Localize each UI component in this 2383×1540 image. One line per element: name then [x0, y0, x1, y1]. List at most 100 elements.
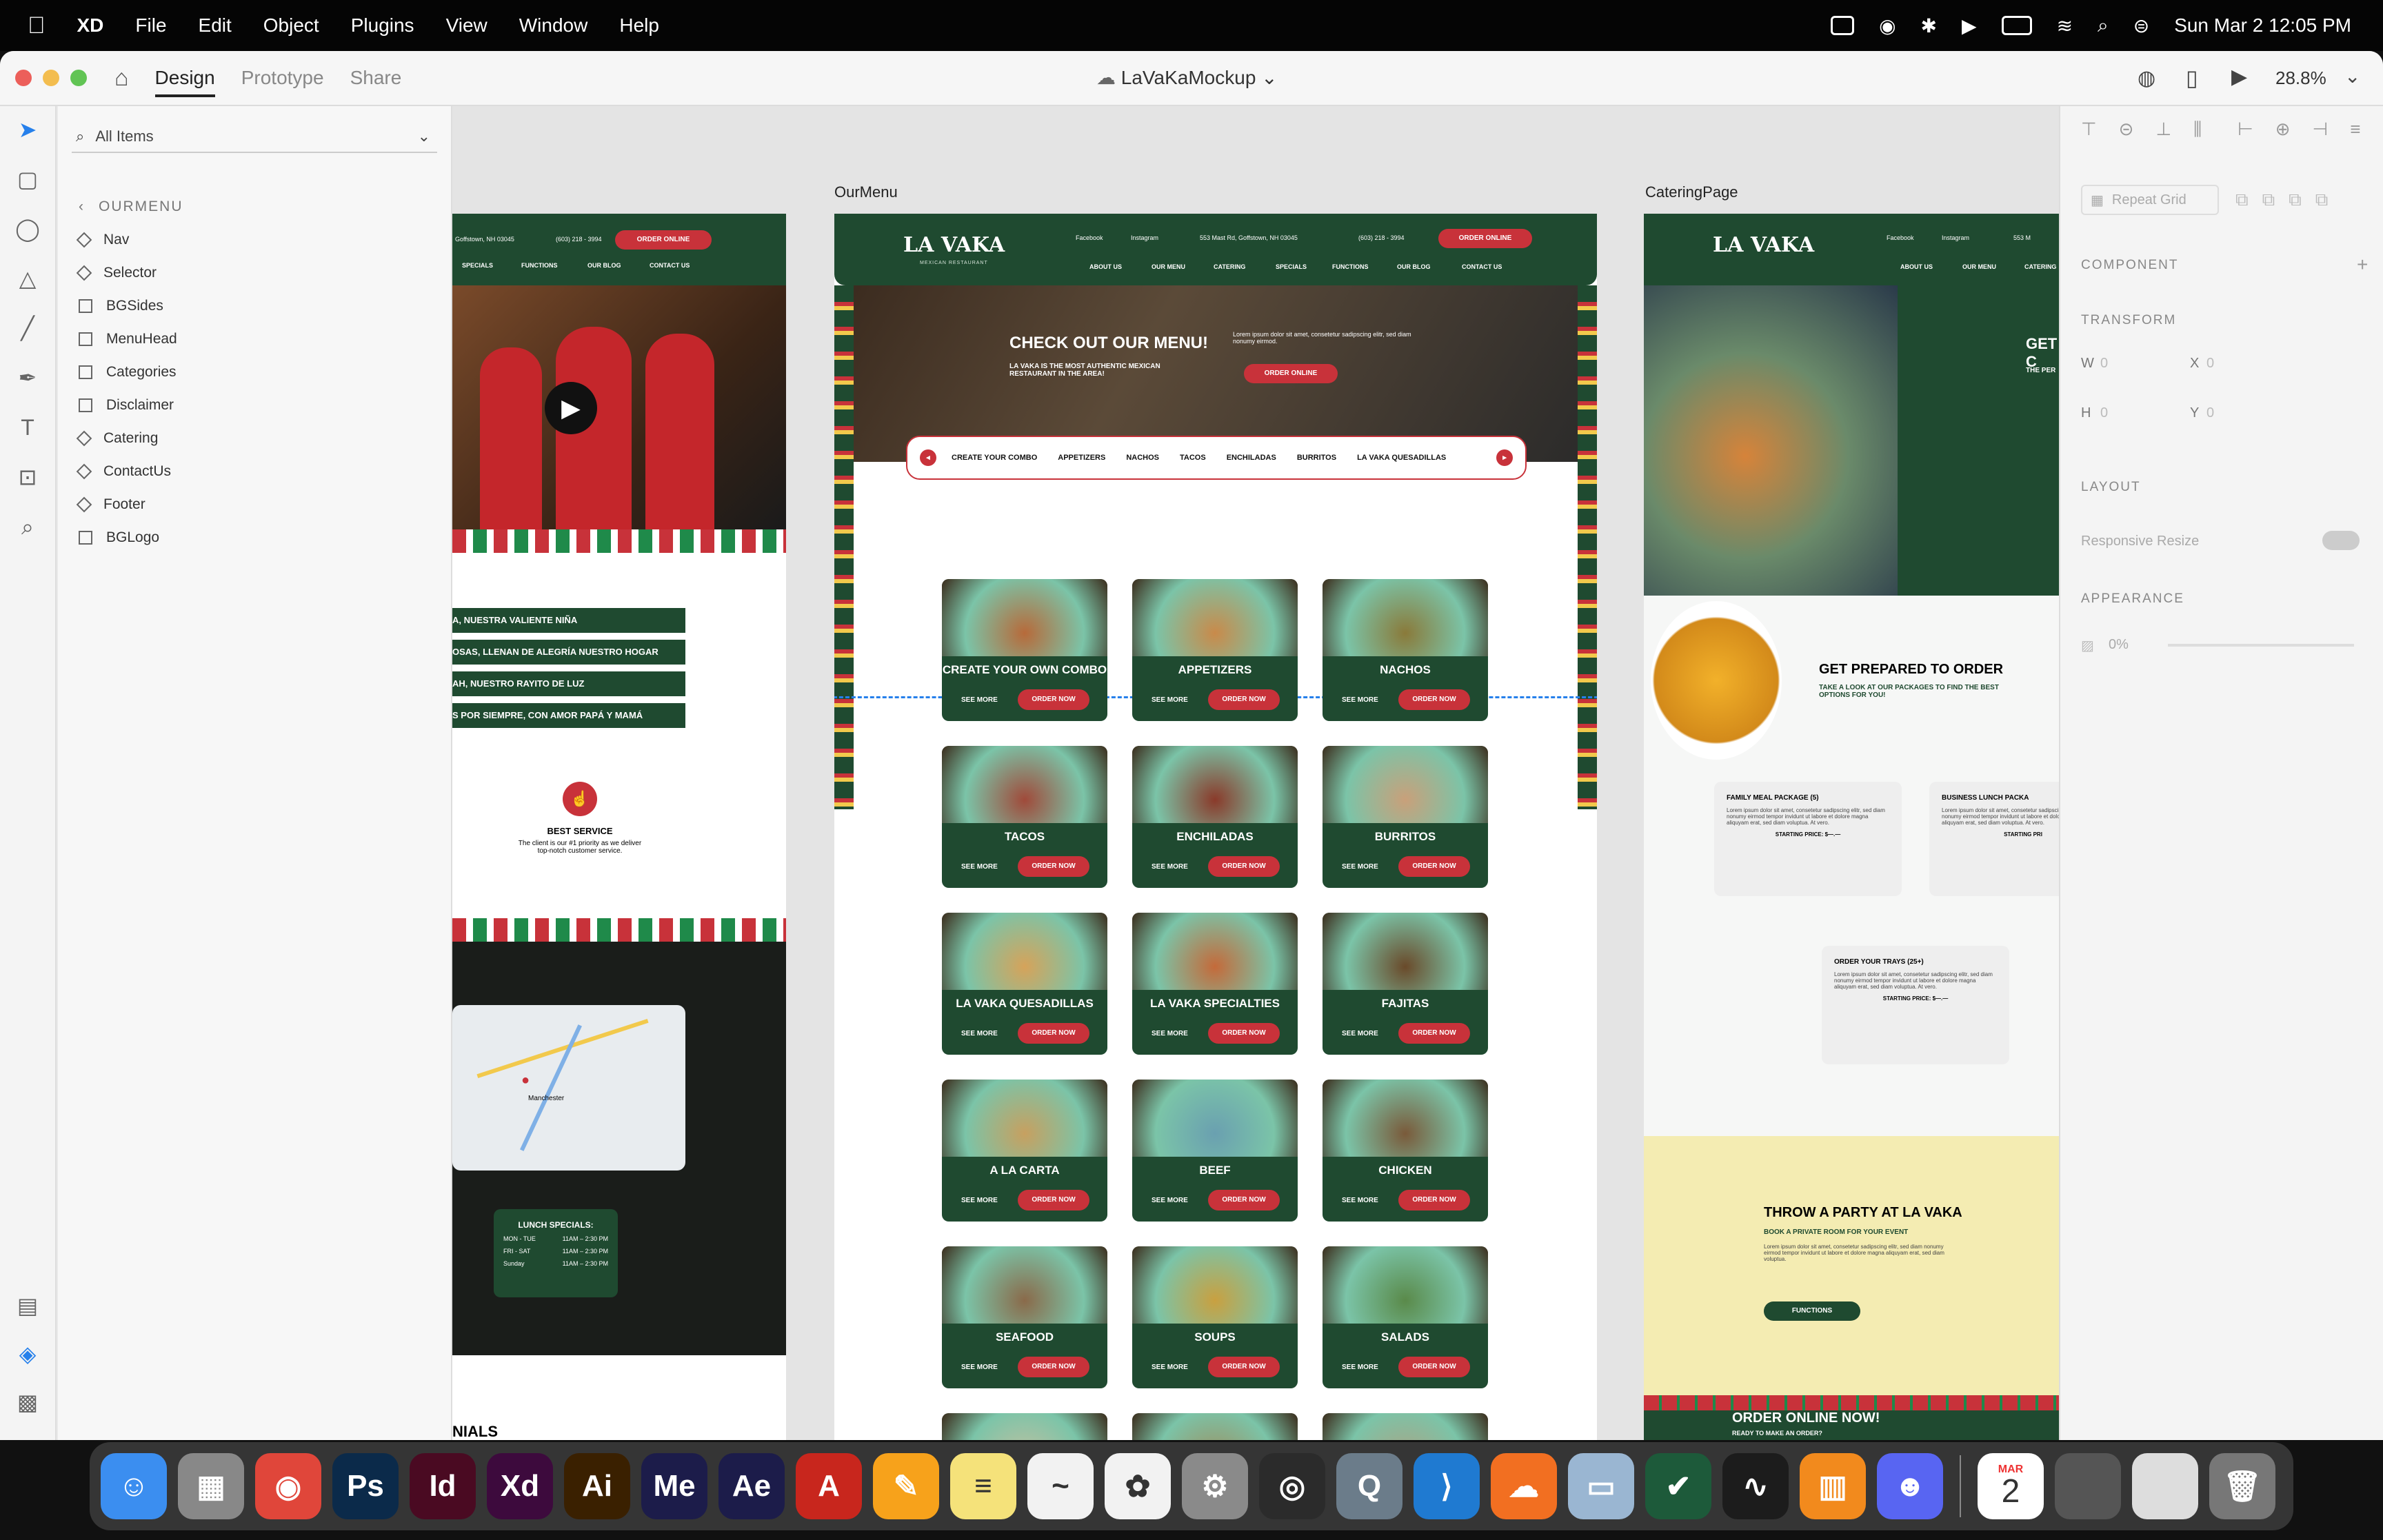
clock[interactable]: Sun Mar 2 12:05 PM — [2174, 14, 2351, 37]
dock-app-launchpad[interactable]: ▦ — [178, 1453, 244, 1519]
see-more-link[interactable]: SEE MORE — [1342, 1197, 1378, 1204]
order-now-button[interactable]: ORDER NOW — [1208, 856, 1280, 877]
boolean-add-icon[interactable]: ⧉ — [2235, 189, 2249, 211]
dock-app-freeform[interactable]: ~ — [1027, 1453, 1094, 1519]
menu-card[interactable]: SEAFOOD SEE MORE ORDER NOW — [942, 1246, 1107, 1388]
filter-chevron-icon[interactable]: ⌄ — [418, 128, 430, 145]
dock-app-pages[interactable]: ✎ — [873, 1453, 939, 1519]
home-nav-item[interactable]: OUR BLOG — [587, 262, 621, 269]
distribute-v-icon[interactable]: ⫼ — [2193, 119, 2202, 141]
dock-app-discord[interactable]: ☻ — [1877, 1453, 1943, 1519]
vpn-icon[interactable]: ◉ — [1879, 14, 1896, 37]
layers-search[interactable]: ⌕ All Items ⌄ — [72, 121, 437, 153]
nav-specials[interactable]: SPECIALS — [1276, 263, 1307, 270]
tab-share[interactable]: Share — [350, 67, 402, 89]
home-nav-item[interactable]: FUNCTIONS — [521, 262, 558, 269]
align-center-icon[interactable]: ⊕ — [2275, 119, 2291, 141]
menu-card[interactable]: TACOS SEE MORE ORDER NOW — [942, 746, 1107, 888]
dock-app-books[interactable]: ▥ — [1800, 1453, 1866, 1519]
menu-card[interactable]: A LA CARTA SEE MORE ORDER NOW — [942, 1080, 1107, 1222]
order-now-button[interactable]: ORDER NOW — [1208, 1190, 1280, 1210]
dock-app-xd[interactable]: Xd — [487, 1453, 553, 1519]
order-now-button[interactable]: ORDER NOW — [1398, 1357, 1470, 1377]
instagram-link[interactable]: Instagram — [1131, 234, 1158, 241]
wifi-icon[interactable]: ≋ — [2057, 14, 2073, 37]
menu-window[interactable]: Window — [519, 14, 588, 37]
align-middle-icon[interactable]: ⊝ — [2119, 119, 2134, 141]
menu-card[interactable]: VEGETARIANSEE MOREORDER NOW — [942, 1413, 1107, 1440]
dock-app-soundcloud[interactable]: ☁ — [1491, 1453, 1557, 1519]
see-more-link[interactable]: SEE MORE — [1342, 696, 1378, 704]
battery-icon[interactable] — [2001, 16, 2032, 35]
order-now-button[interactable]: ORDER NOW — [1398, 856, 1470, 877]
menu-file[interactable]: File — [135, 14, 166, 37]
home-nav-item[interactable]: CONTACT US — [650, 262, 690, 269]
see-more-link[interactable]: SEE MORE — [961, 1197, 998, 1204]
x-field[interactable]: 0 — [2206, 356, 2214, 372]
screen-record-icon[interactable]: ▶ — [1962, 14, 1977, 37]
category-link[interactable]: ENCHILADAS — [1227, 454, 1276, 462]
menu-card[interactable]: CREATE YOUR OWN COMBO SEE MORE ORDER NOW — [942, 579, 1107, 721]
apple-icon[interactable]:  — [28, 12, 46, 39]
nav-menu[interactable]: OUR MENU — [1152, 263, 1185, 270]
category-link[interactable]: NACHOS — [1126, 454, 1159, 462]
dock-app-photoshop[interactable]: Ps — [332, 1453, 399, 1519]
height-field[interactable]: 0 — [2100, 405, 2108, 421]
next-arrow-icon[interactable]: ▸ — [1496, 449, 1513, 466]
layer-nav[interactable]: Nav — [76, 232, 129, 248]
order-now-button[interactable]: ORDER NOW — [1208, 689, 1280, 710]
dock-app-trash[interactable]: 🗑 — [2209, 1453, 2275, 1519]
order-now-button[interactable]: ORDER NOW — [1018, 856, 1089, 877]
play-icon[interactable]: ▶ — [2231, 65, 2247, 89]
layer-categories[interactable]: Categories — [79, 364, 177, 381]
layer-catering[interactable]: Catering — [76, 430, 158, 447]
dock-app-preview[interactable]: ▭ — [1568, 1453, 1634, 1519]
minimize-window-button[interactable] — [43, 70, 59, 86]
menu-card[interactable]: APPETIZERS SEE MORE ORDER NOW — [1132, 579, 1298, 721]
facebook-link[interactable]: Facebook — [1076, 234, 1103, 241]
dock-app-recent-1[interactable] — [2055, 1453, 2121, 1519]
menu-edit[interactable]: Edit — [199, 14, 232, 37]
menu-card[interactable]: FAJITAS SEE MORE ORDER NOW — [1323, 913, 1488, 1055]
artboard-tool-icon[interactable]: ⊡ — [14, 463, 41, 491]
menu-card[interactable]: SOUPS SEE MORE ORDER NOW — [1132, 1246, 1298, 1388]
creative-cloud-icon[interactable] — [1831, 16, 1855, 35]
dock-app-indesign[interactable]: Id — [410, 1453, 476, 1519]
layer-bglogo[interactable]: BGLogo — [79, 529, 159, 546]
menu-card[interactable]: LUNCH MEALSSEE MOREORDER NOW — [1323, 1413, 1488, 1440]
layer-footer[interactable]: Footer — [76, 496, 145, 513]
responsive-resize-toggle[interactable] — [2322, 531, 2360, 550]
layer-bgsides[interactable]: BGSides — [79, 298, 163, 314]
align-bottom-icon[interactable]: ⊥ — [2155, 119, 2171, 141]
dock-app-photos[interactable]: ✿ — [1105, 1453, 1171, 1519]
repeat-grid-button[interactable]: ▦ Repeat Grid — [2081, 185, 2219, 215]
dock-app-obs[interactable]: ◎ — [1259, 1453, 1325, 1519]
artboard-home[interactable]: Goffstown, NH 03045 (603) 218 - 3994 ORD… — [452, 214, 786, 1440]
dock-app-media-encoder[interactable]: Me — [641, 1453, 707, 1519]
design-canvas[interactable]: Goffstown, NH 03045 (603) 218 - 3994 ORD… — [452, 106, 2059, 1440]
nav-about[interactable]: ABOUT US — [1900, 263, 1933, 270]
menu-card[interactable]: NACHOS SEE MORE ORDER NOW — [1323, 579, 1488, 721]
order-now-button[interactable]: ORDER NOW — [1398, 689, 1470, 710]
menu-plugins[interactable]: Plugins — [351, 14, 414, 37]
see-more-link[interactable]: SEE MORE — [961, 863, 998, 871]
menu-view[interactable]: View — [446, 14, 487, 37]
tab-prototype[interactable]: Prototype — [241, 67, 324, 89]
category-link[interactable]: BURRITOS — [1297, 454, 1336, 462]
see-more-link[interactable]: SEE MORE — [961, 696, 998, 704]
pen-tool-icon[interactable]: ✒ — [14, 364, 41, 392]
menu-card[interactable]: KIDS MENUSEE MOREORDER NOW — [1132, 1413, 1298, 1440]
home-nav-item[interactable]: SPECIALS — [462, 262, 493, 269]
align-left-icon[interactable]: ⊢ — [2238, 119, 2253, 141]
distribute-h-icon[interactable]: ≡ — [2350, 119, 2360, 141]
order-now-button[interactable]: ORDER NOW — [1018, 689, 1089, 710]
dock-app-notes[interactable]: ≡ — [950, 1453, 1016, 1519]
rectangle-tool-icon[interactable]: ▢ — [14, 165, 41, 193]
bluetooth-icon[interactable]: ✱ — [1921, 14, 1937, 37]
dock-app-tasks[interactable]: ✔ — [1645, 1453, 1711, 1519]
spotlight-icon[interactable]: ⌕ — [2098, 14, 2109, 37]
add-component-icon[interactable]: + — [2357, 254, 2368, 276]
assets-icon[interactable]: ▤ — [14, 1292, 41, 1319]
see-more-link[interactable]: SEE MORE — [1342, 863, 1378, 871]
width-field[interactable]: 0 — [2100, 356, 2108, 372]
